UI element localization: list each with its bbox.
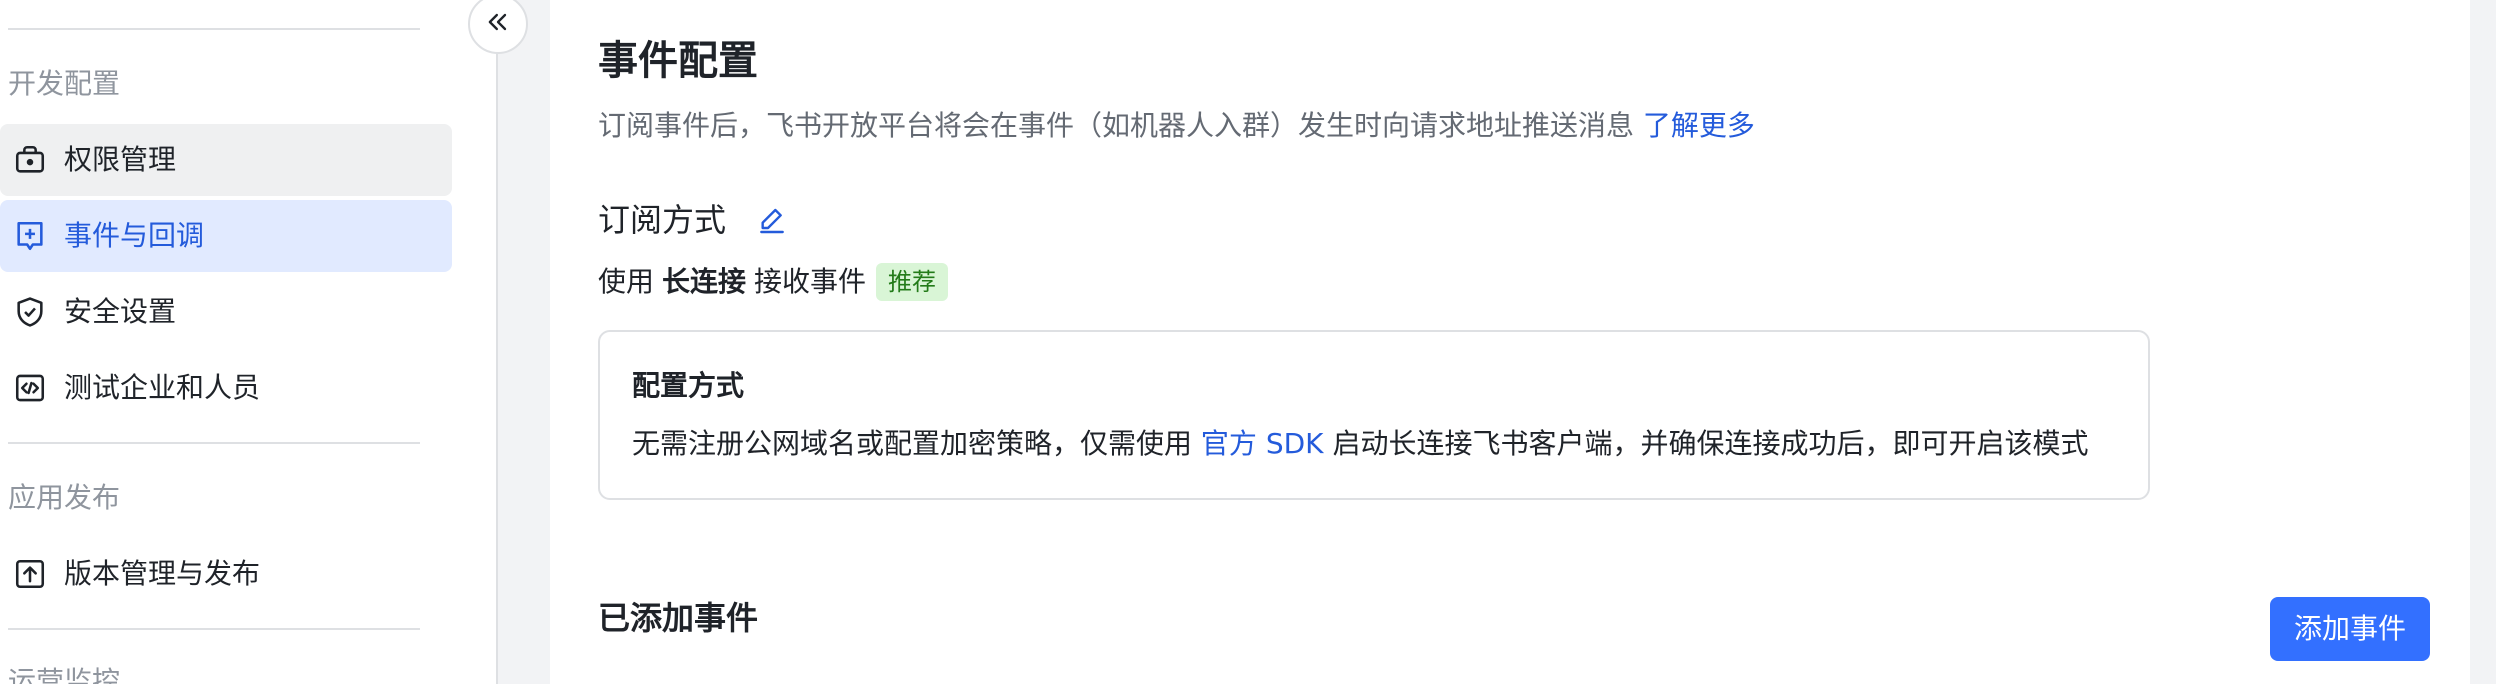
page-description: 订阅事件后，飞书开放平台将会在事件（如机器人入群）发生时向请求地址推送消息 了解… <box>598 106 1755 146</box>
sidebar-item-label: 权限管理 <box>64 143 177 176</box>
added-events-title: 已添加事件 <box>598 599 759 637</box>
learn-more-link[interactable]: 了解更多 <box>1643 109 1755 142</box>
mode-suffix: 接收事件 <box>754 265 867 298</box>
subscription-title: 订阅方式 <box>598 201 727 239</box>
sidebar-item-version-release[interactable]: 版本管理与发布 <box>0 538 452 610</box>
sidebar-item-test-enterprise[interactable]: 测试企业和人员 <box>0 352 452 424</box>
subscription-heading: 订阅方式 <box>598 198 792 242</box>
config-text-before: 无需注册公网域名或配置加密策略，仅需使用 <box>632 427 1193 460</box>
section-title-dev-config: 开发配置 <box>8 67 121 100</box>
double-chevron-left-icon <box>484 8 512 40</box>
lock-box-icon <box>10 140 50 180</box>
sidebar-item-security[interactable]: 安全设置 <box>0 276 452 348</box>
sidebar-divider <box>8 28 420 30</box>
config-card-description: 无需注册公网域名或配置加密策略，仅需使用 官方 SDK 启动长连接飞书客户端，并… <box>632 424 2088 464</box>
official-sdk-link[interactable]: 官方 SDK <box>1201 427 1324 460</box>
mode-prefix: 使用 <box>598 265 655 298</box>
event-plus-icon <box>10 216 50 256</box>
description-text: 订阅事件后，飞书开放平台将会在事件（如机器人入群）发生时向请求地址推送消息 <box>598 109 1635 142</box>
upload-box-icon <box>10 554 50 594</box>
sidebar-item-label: 测试企业和人员 <box>64 371 261 404</box>
recommended-badge: 推荐 <box>876 263 949 301</box>
sidebar-item-events-callbacks[interactable]: 事件与回调 <box>0 200 452 272</box>
mode-method: 长连接 <box>662 265 747 298</box>
subscription-mode: 使用 长连接 接收事件 推荐 <box>598 262 949 302</box>
sidebar-item-label: 事件与回调 <box>64 219 205 252</box>
section-title-operations: 运营监控 <box>8 665 121 684</box>
add-event-button[interactable]: 添加事件 <box>2270 597 2430 661</box>
sidebar-divider <box>8 442 420 444</box>
sidebar-item-label: 版本管理与发布 <box>64 557 261 590</box>
section-title-app-release: 应用发布 <box>8 481 121 514</box>
main-content: 事件配置 订阅事件后，飞书开放平台将会在事件（如机器人入群）发生时向请求地址推送… <box>550 0 2470 684</box>
content-gutter-right <box>2470 0 2496 684</box>
sidebar-item-label: 安全设置 <box>64 295 177 328</box>
code-box-icon <box>10 368 50 408</box>
config-text-after: 启动长连接飞书客户端，并确保连接成功后，即可开启该模式 <box>1332 427 2089 460</box>
shield-check-icon <box>10 292 50 332</box>
sidebar-divider <box>8 628 420 630</box>
config-card: 配置方式 无需注册公网域名或配置加密策略，仅需使用 官方 SDK 启动长连接飞书… <box>598 330 2150 500</box>
config-card-title: 配置方式 <box>632 369 745 402</box>
pencil-icon[interactable] <box>756 202 792 238</box>
content-gutter <box>498 0 550 684</box>
page-title: 事件配置 <box>598 38 758 84</box>
sidebar-item-permissions[interactable]: 权限管理 <box>0 124 452 196</box>
sidebar: 开发配置 权限管理 事件与回调 安全设置 测试企业和人员 应用发布 版本管理与发… <box>0 0 498 684</box>
